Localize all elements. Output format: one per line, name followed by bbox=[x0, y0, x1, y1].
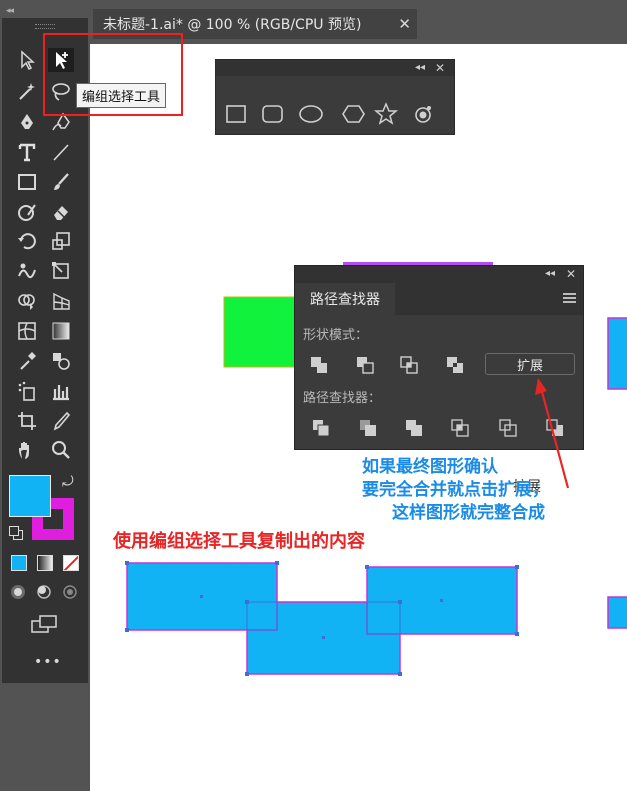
annotation-red-note: 使用编组选择工具复制出的内容 bbox=[113, 531, 365, 552]
annotation-blue-line1: 如果最终图形确认 bbox=[362, 457, 498, 477]
annotation-blue-line2: 要完全合并就点击扩展， bbox=[362, 480, 549, 500]
arrow-annotation bbox=[535, 378, 570, 489]
annotation-blue-line3: 这样图形就完整合成 bbox=[392, 503, 545, 523]
